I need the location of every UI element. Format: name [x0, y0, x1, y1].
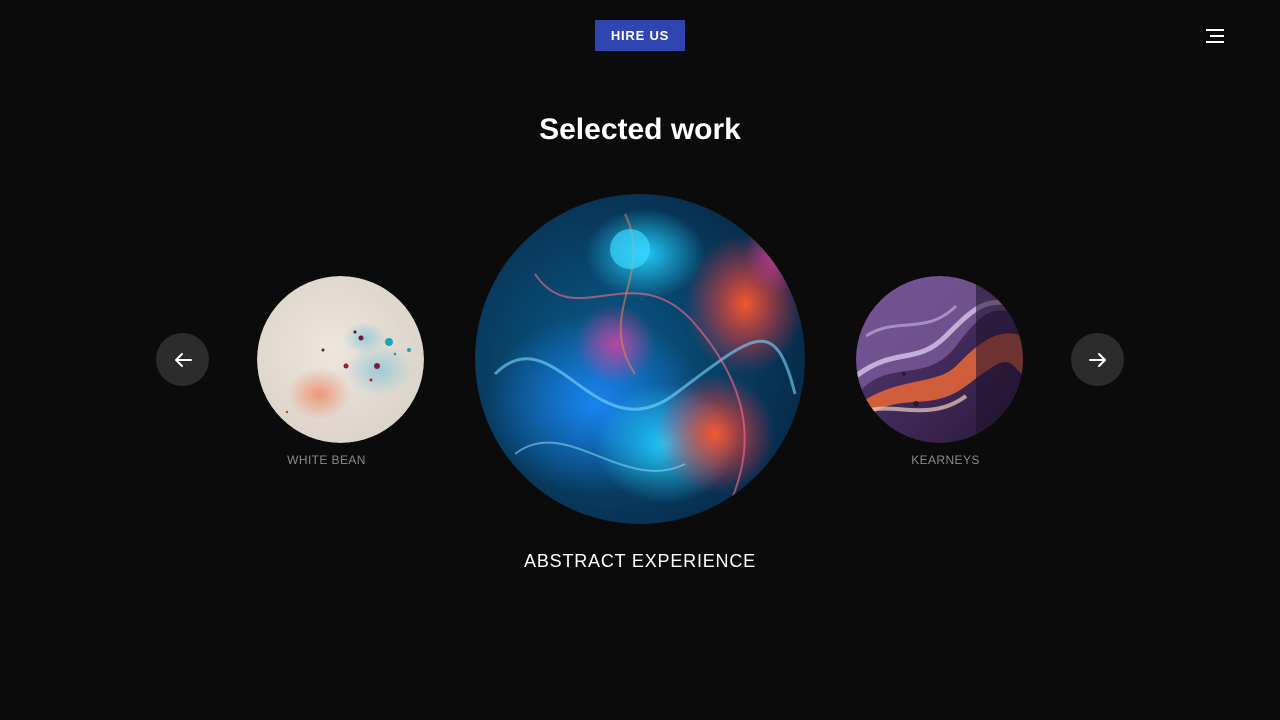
work-thumbnail-white-bean[interactable] [257, 276, 424, 443]
carousel-next-button[interactable] [1071, 333, 1124, 386]
menu-button[interactable] [1201, 22, 1229, 50]
work-item-kearneys[interactable]: KEARNEYS [856, 276, 1023, 467]
work-label-white-bean: WHITE BEAN [287, 453, 366, 467]
work-label-kearneys: KEARNEYS [911, 453, 980, 467]
section-title: Selected work [539, 113, 741, 146]
work-item-white-bean[interactable]: WHITE BEAN [257, 276, 424, 467]
work-item-abstract-experience[interactable]: ABSTRACT EXPERIENCE [475, 194, 805, 571]
arrow-left-icon [174, 352, 192, 367]
page: HIRE US Selected work WHITE BEAN ABSTRAC… [0, 0, 1280, 720]
work-label-abstract-experience: ABSTRACT EXPERIENCE [524, 551, 756, 571]
work-thumbnail-kearneys[interactable] [856, 276, 1023, 443]
hire-us-button[interactable]: HIRE US [595, 20, 685, 51]
work-thumbnail-abstract-experience[interactable] [475, 194, 805, 524]
hamburger-menu-icon [1206, 29, 1224, 43]
arrow-right-icon [1088, 352, 1106, 367]
carousel-prev-button[interactable] [156, 333, 209, 386]
